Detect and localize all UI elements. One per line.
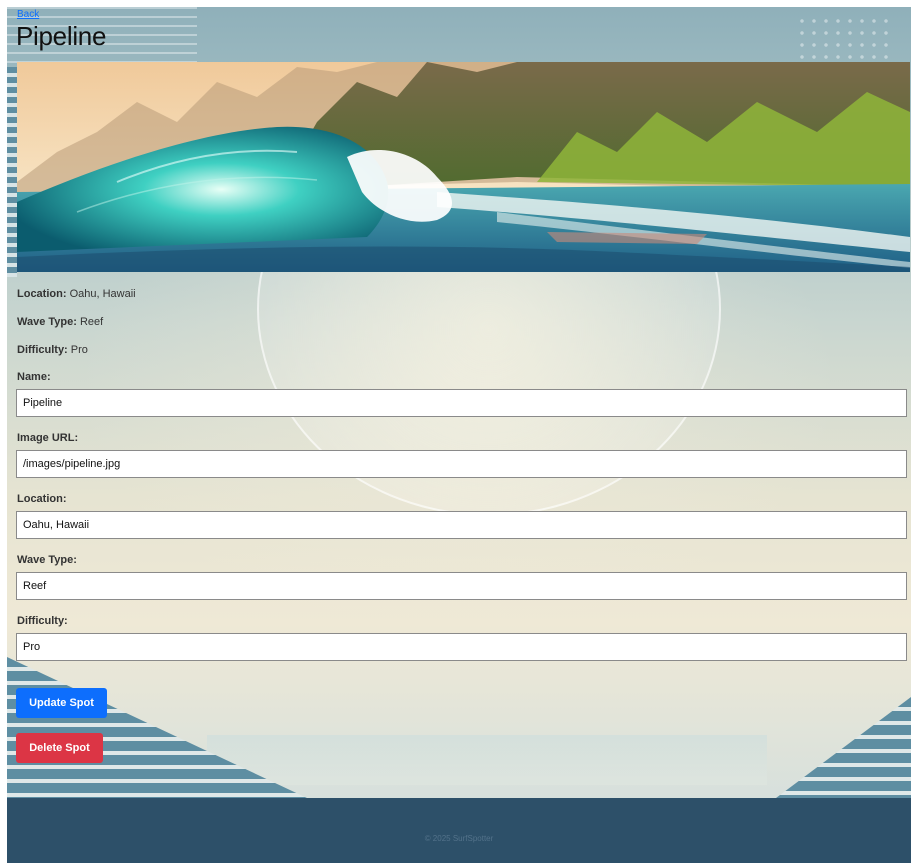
image-url-input[interactable]	[16, 450, 907, 478]
location-field-label: Location:	[17, 493, 67, 505]
page-title: Pipeline	[16, 21, 107, 51]
update-spot-button[interactable]: Update Spot	[16, 688, 107, 718]
footer-copyright: © 2025 SurfSpotter	[424, 834, 494, 843]
wave-type-field-label: Wave Type:	[17, 554, 77, 566]
name-input[interactable]	[16, 389, 907, 417]
wave-landscape-icon	[17, 62, 910, 272]
decor-sea-band	[207, 735, 767, 785]
spot-hero-image	[17, 62, 910, 272]
difficulty-value: Pro	[70, 344, 88, 356]
location-input[interactable]	[16, 511, 907, 539]
wave-type-value: Reef	[79, 316, 104, 328]
decor-left-stripes	[7, 67, 17, 277]
page-background: Back Pipeline Location: Oahu, Hawaii Wav…	[7, 7, 911, 798]
difficulty-label: Difficulty:	[17, 344, 68, 356]
spot-difficulty: Difficulty: Pro	[17, 344, 88, 356]
decor-dots	[796, 15, 891, 65]
spot-wave-type: Wave Type: Reef	[17, 316, 103, 328]
image-url-label: Image URL:	[17, 432, 79, 444]
footer: © 2025 SurfSpotter	[7, 798, 911, 863]
location-value: Oahu, Hawaii	[69, 288, 136, 300]
difficulty-input[interactable]	[16, 633, 907, 661]
spot-location: Location: Oahu, Hawaii	[17, 288, 136, 300]
delete-spot-button[interactable]: Delete Spot	[16, 733, 103, 763]
back-link[interactable]: Back	[17, 9, 39, 20]
location-label: Location:	[17, 288, 67, 300]
decor-hill-right	[776, 697, 911, 798]
wave-type-label: Wave Type:	[17, 316, 77, 328]
wave-type-input[interactable]	[16, 572, 907, 600]
difficulty-field-label: Difficulty:	[17, 615, 68, 627]
name-label: Name:	[17, 371, 51, 383]
